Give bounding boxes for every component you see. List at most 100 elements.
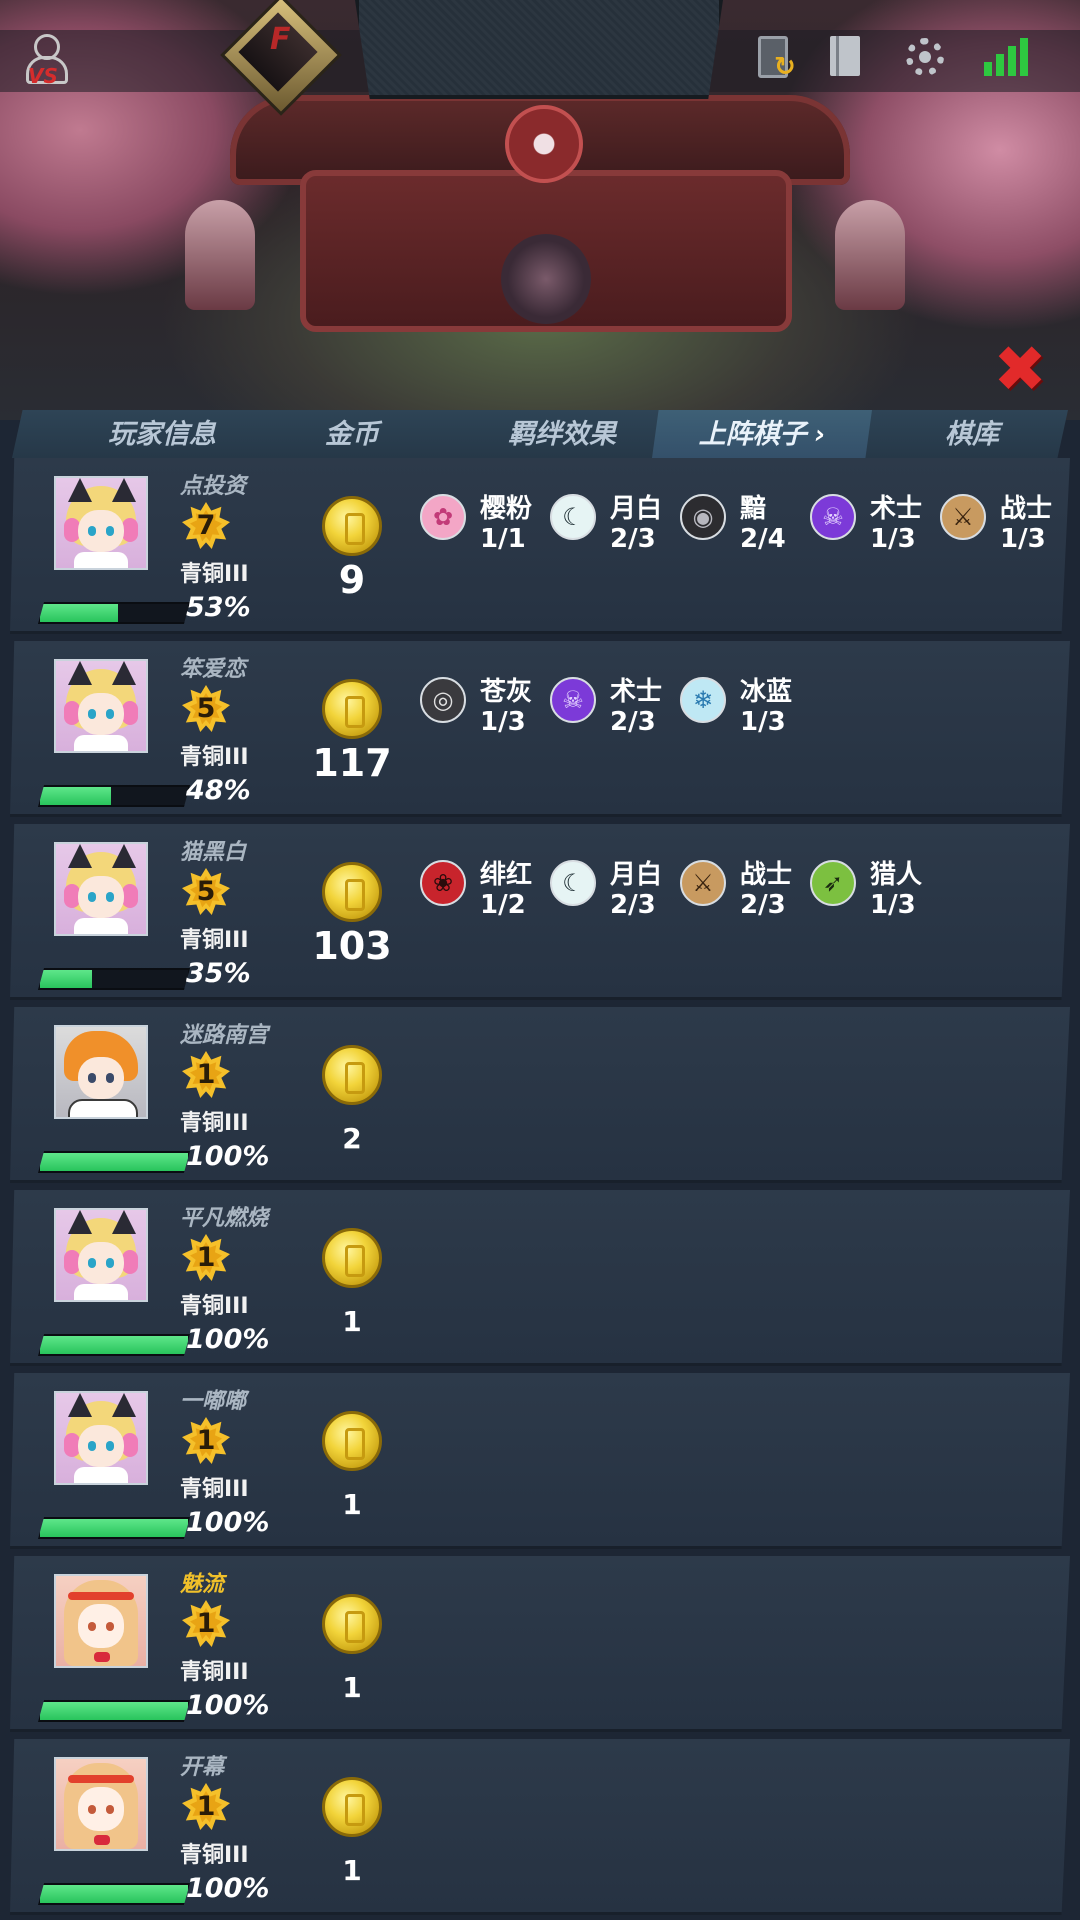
synergy-count: 1/3 bbox=[740, 707, 786, 737]
player-row[interactable]: 一嘟嘟 1 青铜III 100% 1 bbox=[10, 1373, 1070, 1549]
synergy-item[interactable]: ☾ 月白 2/3 bbox=[550, 488, 680, 558]
chevron-right-icon: › bbox=[814, 420, 826, 450]
player-row[interactable]: 迷路南宫 1 青铜III 100% 2 bbox=[10, 1007, 1070, 1183]
synergy-count: 1/3 bbox=[870, 524, 916, 554]
gold-amount: 1 bbox=[342, 1305, 362, 1338]
tab-player-info[interactable]: 玩家信息 bbox=[52, 410, 272, 458]
tab-synergy[interactable]: 羁绊效果 bbox=[452, 410, 672, 458]
synergy-count: 1/3 bbox=[1000, 524, 1046, 554]
player-row[interactable]: 魅流 1 青铜III 100% 1 bbox=[10, 1556, 1070, 1732]
synergy-name: 冰蓝 bbox=[740, 677, 793, 707]
hp-bar-fill bbox=[40, 604, 119, 622]
lantern-pillar-left bbox=[185, 200, 255, 310]
tab-deployed-pieces[interactable]: 上阵棋子 › bbox=[652, 410, 872, 458]
synergy-count: 2/3 bbox=[610, 707, 656, 737]
synergy-name: 术士 bbox=[610, 677, 663, 707]
player-rank: 青铜III bbox=[180, 1843, 249, 1868]
gold-coin-icon bbox=[322, 862, 382, 922]
gold-amount: 1 bbox=[342, 1488, 362, 1521]
tab-piece-library[interactable]: 棋库 bbox=[892, 410, 1052, 458]
synergy-item[interactable]: ☠ 术士 2/3 bbox=[550, 671, 680, 741]
synergy-item[interactable]: ☾ 月白 2/3 bbox=[550, 854, 680, 924]
synergy-item[interactable]: ◎ 苍灰 1/3 bbox=[420, 671, 550, 741]
synergy-name: 术士 bbox=[870, 494, 923, 524]
player-rank: 青铜III bbox=[180, 745, 249, 770]
gold-coin-icon bbox=[322, 1777, 382, 1837]
snowflake-icon: ❄ bbox=[680, 677, 726, 723]
player-row[interactable]: 开幕 1 青铜III 100% 1 bbox=[10, 1739, 1070, 1915]
hp-percent: 35% bbox=[186, 958, 251, 989]
bow-icon: ➶ bbox=[810, 860, 856, 906]
gold-amount: 103 bbox=[312, 924, 392, 968]
synergy-count: 1/3 bbox=[480, 707, 526, 737]
player-row[interactable]: 笨爱恋 5 青铜III 48% 117 ◎ 苍灰 1/3 ☠ 术士 2/3 ❄ 冰蓝 1/3 bbox=[10, 641, 1070, 817]
close-button[interactable]: ✖ bbox=[990, 338, 1050, 402]
hp-bar-fill bbox=[40, 1885, 188, 1903]
synergy-name: 战士 bbox=[740, 860, 793, 890]
demon-mask-icon: ☠ bbox=[550, 677, 596, 723]
synergy-count: 2/3 bbox=[610, 890, 656, 920]
synergy-item[interactable]: ❄ 冰蓝 1/3 bbox=[680, 671, 810, 741]
lantern-pillar-right bbox=[835, 200, 905, 310]
hp-bar bbox=[38, 602, 190, 624]
gold-coin-icon bbox=[322, 1411, 382, 1471]
player-name: 一嘟嘟 bbox=[180, 1389, 247, 1414]
player-avatar[interactable] bbox=[54, 1025, 148, 1119]
gold-coin-icon bbox=[322, 496, 382, 556]
hp-bar-fill bbox=[40, 1336, 188, 1354]
hp-bar-fill bbox=[40, 1519, 188, 1537]
synergy-item[interactable]: ➶ 猎人 1/3 bbox=[810, 854, 940, 924]
gold-coin-icon bbox=[322, 1594, 382, 1654]
player-level: 1 bbox=[196, 1425, 216, 1456]
hp-bar-fill bbox=[40, 970, 92, 988]
gold-coin-icon bbox=[322, 1228, 382, 1288]
player-row[interactable]: 平凡燃烧 1 青铜III 100% 1 bbox=[10, 1190, 1070, 1366]
synergy-name: 苍灰 bbox=[480, 677, 533, 707]
player-avatar[interactable] bbox=[54, 1574, 148, 1668]
hp-percent: 100% bbox=[186, 1507, 270, 1538]
synergy-item[interactable]: ❀ 绯红 1/2 bbox=[420, 854, 550, 924]
synergy-count: 1/1 bbox=[480, 524, 526, 554]
player-name: 点投资 bbox=[180, 474, 247, 499]
rose-icon: ❀ bbox=[420, 860, 466, 906]
player-avatar[interactable] bbox=[54, 476, 148, 570]
vs-player-icon[interactable]: VS bbox=[22, 34, 68, 88]
player-row[interactable]: 点投资 7 青铜III 53% 9 ✿ 樱粉 1/1 ☾ 月白 2/3 ◉ 黯 2/4 ☠ 术士 1/3 ⚔ 战士 1… bbox=[10, 458, 1070, 634]
player-level: 5 bbox=[196, 876, 216, 907]
player-rank: 青铜III bbox=[180, 1660, 249, 1685]
synergy-item[interactable]: ✿ 樱粉 1/1 bbox=[420, 488, 550, 558]
crossed-weapons-icon: ⚔ bbox=[680, 860, 726, 906]
player-avatar[interactable] bbox=[54, 1757, 148, 1851]
hp-percent: 48% bbox=[186, 775, 251, 806]
synergy-name: 绯红 bbox=[480, 860, 533, 890]
player-level: 7 bbox=[196, 510, 216, 541]
moon-icon: ☾ bbox=[550, 860, 596, 906]
player-avatar[interactable] bbox=[54, 659, 148, 753]
hp-bar bbox=[38, 1700, 190, 1722]
player-row[interactable]: 猫黑白 5 青铜III 35% 103 ❀ 绯红 1/2 ☾ 月白 2/3 ⚔ 战士 2/3 ➶ 猎人 1/3 bbox=[10, 824, 1070, 1000]
card-swap-icon[interactable]: ↻ bbox=[752, 34, 798, 80]
gear-icon[interactable] bbox=[902, 34, 948, 80]
synergy-name: 黯 bbox=[740, 494, 767, 524]
tab-bar: 玩家信息 金币 羁绊效果 上阵棋子 › 棋库 bbox=[12, 410, 1068, 458]
synergy-item[interactable]: ⚔ 战士 1/3 bbox=[940, 488, 1070, 558]
tab-gold[interactable]: 金币 bbox=[282, 410, 422, 458]
synergy-item[interactable]: ⚔ 战士 2/3 bbox=[680, 854, 810, 924]
player-level: 1 bbox=[196, 1608, 216, 1639]
hp-bar bbox=[38, 1151, 190, 1173]
player-rank: 青铜III bbox=[180, 1477, 249, 1502]
synergy-item[interactable]: ☠ 术士 1/3 bbox=[810, 488, 940, 558]
synergy-count: 1/2 bbox=[480, 890, 526, 920]
demon-mask-icon: ☠ bbox=[810, 494, 856, 540]
synergy-item[interactable]: ◉ 黯 2/4 bbox=[680, 488, 810, 558]
synergy-name: 战士 bbox=[1000, 494, 1053, 524]
player-avatar[interactable] bbox=[54, 1391, 148, 1485]
book-icon[interactable] bbox=[822, 34, 868, 80]
synergy-count: 2/4 bbox=[740, 524, 786, 554]
synergy-name: 月白 bbox=[610, 860, 663, 890]
hp-bar bbox=[38, 968, 190, 990]
player-avatar[interactable] bbox=[54, 1208, 148, 1302]
player-avatar[interactable] bbox=[54, 842, 148, 936]
synergy-name: 樱粉 bbox=[480, 494, 533, 524]
player-name: 笨爱恋 bbox=[180, 657, 247, 682]
